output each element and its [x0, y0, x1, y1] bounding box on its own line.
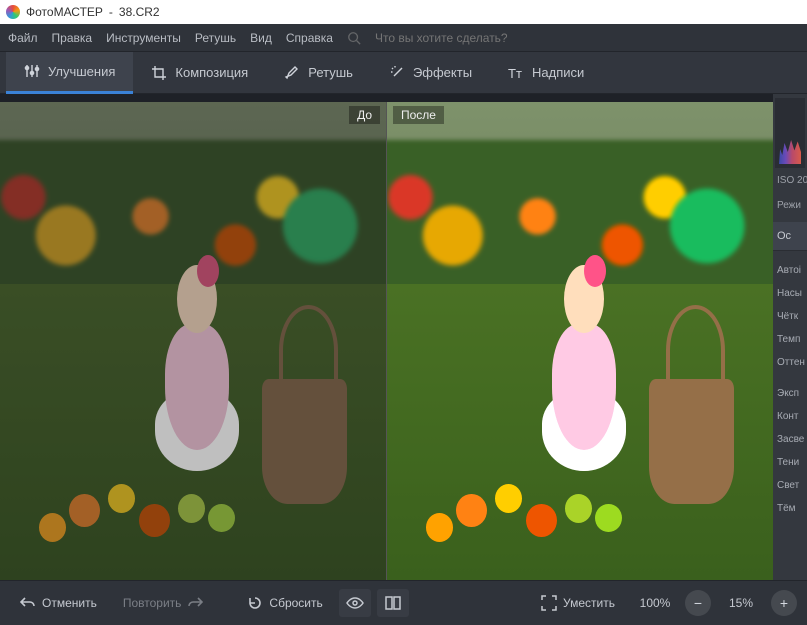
tab-effects-label: Эффекты: [413, 65, 472, 80]
tab-retouch[interactable]: Ретушь: [266, 52, 371, 94]
workspace: До После ISO 20 Р: [0, 94, 807, 580]
titlebar-file: 38.CR2: [119, 5, 160, 19]
brush-icon: [284, 65, 300, 81]
tab-text-label: Надписи: [532, 65, 584, 80]
canvas-area: До После: [0, 94, 773, 580]
titlebar: ФотоМАСТЕР - 38.CR2: [0, 0, 807, 24]
slider-contrast[interactable]: Конт: [773, 405, 807, 428]
right-panel: ISO 20 Режи Ос Автоі Насы Чётк Темп Отте…: [773, 94, 807, 580]
undo-button[interactable]: Отменить: [10, 590, 107, 616]
fit-button[interactable]: Уместить: [531, 589, 625, 617]
slider-exposure[interactable]: Эксп: [773, 382, 807, 405]
undo-label: Отменить: [42, 596, 97, 610]
panel-tab-main[interactable]: Ос: [773, 222, 807, 251]
tab-composition-label: Композиция: [175, 65, 248, 80]
redo-icon: [187, 596, 203, 610]
fit-label: Уместить: [563, 596, 615, 610]
reset-button[interactable]: Сбросить: [237, 589, 332, 617]
fit-icon: [541, 595, 557, 611]
sliders-icon: [24, 63, 40, 79]
iso-label: ISO 20: [773, 172, 807, 189]
image-before: [0, 102, 386, 580]
redo-button[interactable]: Повторить: [113, 590, 214, 616]
tab-retouch-label: Ретушь: [308, 65, 353, 80]
slider-whites[interactable]: Свет: [773, 474, 807, 497]
tab-enhance-label: Улучшения: [48, 64, 115, 79]
slider-sharpness[interactable]: Чётк: [773, 305, 807, 328]
tab-text[interactable]: Tт Надписи: [490, 52, 602, 94]
search-icon: [347, 31, 361, 45]
crop-icon: [151, 65, 167, 81]
zoom-current[interactable]: 15%: [717, 596, 765, 610]
slider-temperature[interactable]: Темп: [773, 328, 807, 351]
slider-tint[interactable]: Оттен: [773, 351, 807, 374]
menu-tools[interactable]: Инструменты: [106, 31, 181, 45]
svg-text:Tт: Tт: [508, 66, 522, 81]
plus-icon: +: [780, 595, 788, 611]
undo-icon: [20, 596, 36, 610]
slider-saturation[interactable]: Насы: [773, 282, 807, 305]
eye-icon: [346, 597, 364, 609]
image-after: [387, 102, 773, 580]
menu-help[interactable]: Справка: [286, 31, 333, 45]
wand-icon: [389, 65, 405, 81]
tab-composition[interactable]: Композиция: [133, 52, 266, 94]
zoom-in-button[interactable]: +: [771, 590, 797, 616]
compare-button[interactable]: [377, 589, 409, 617]
menu-retouch[interactable]: Ретушь: [195, 31, 236, 45]
menubar: Файл Правка Инструменты Ретушь Вид Справ…: [0, 24, 807, 52]
slider-blacks[interactable]: Тём: [773, 497, 807, 520]
tool-tabbar: Улучшения Композиция Ретушь Эффекты Tт Н…: [0, 52, 807, 94]
bottombar: Отменить Повторить Сбросить Уместить 100…: [0, 580, 807, 625]
slider-shadows[interactable]: Тени: [773, 451, 807, 474]
menu-view[interactable]: Вид: [250, 31, 272, 45]
preview-button[interactable]: [339, 589, 371, 617]
compare-split: До После: [0, 102, 773, 580]
redo-label: Повторить: [123, 596, 182, 610]
histogram[interactable]: [775, 98, 805, 168]
zoom-100[interactable]: 100%: [631, 596, 679, 610]
label-before: До: [349, 106, 380, 124]
slider-auto[interactable]: Автоі: [773, 259, 807, 282]
reset-label: Сбросить: [269, 596, 322, 610]
minus-icon: −: [694, 595, 702, 611]
text-icon: Tт: [508, 65, 524, 81]
pane-before[interactable]: До: [0, 102, 386, 580]
menu-edit[interactable]: Правка: [52, 31, 93, 45]
slider-highlights[interactable]: Засве: [773, 428, 807, 451]
tab-enhance[interactable]: Улучшения: [6, 52, 133, 94]
reset-icon: [247, 595, 263, 611]
app-logo-icon: [6, 5, 20, 19]
mode-label[interactable]: Режи: [773, 197, 807, 214]
menu-file[interactable]: Файл: [8, 31, 38, 45]
search-input[interactable]: [375, 31, 555, 45]
titlebar-sep: -: [109, 5, 113, 19]
titlebar-app: ФотоМАСТЕР: [26, 5, 103, 19]
tab-effects[interactable]: Эффекты: [371, 52, 490, 94]
pane-after[interactable]: После: [386, 102, 773, 580]
label-after: После: [393, 106, 444, 124]
compare-icon: [385, 595, 401, 611]
zoom-out-button[interactable]: −: [685, 590, 711, 616]
